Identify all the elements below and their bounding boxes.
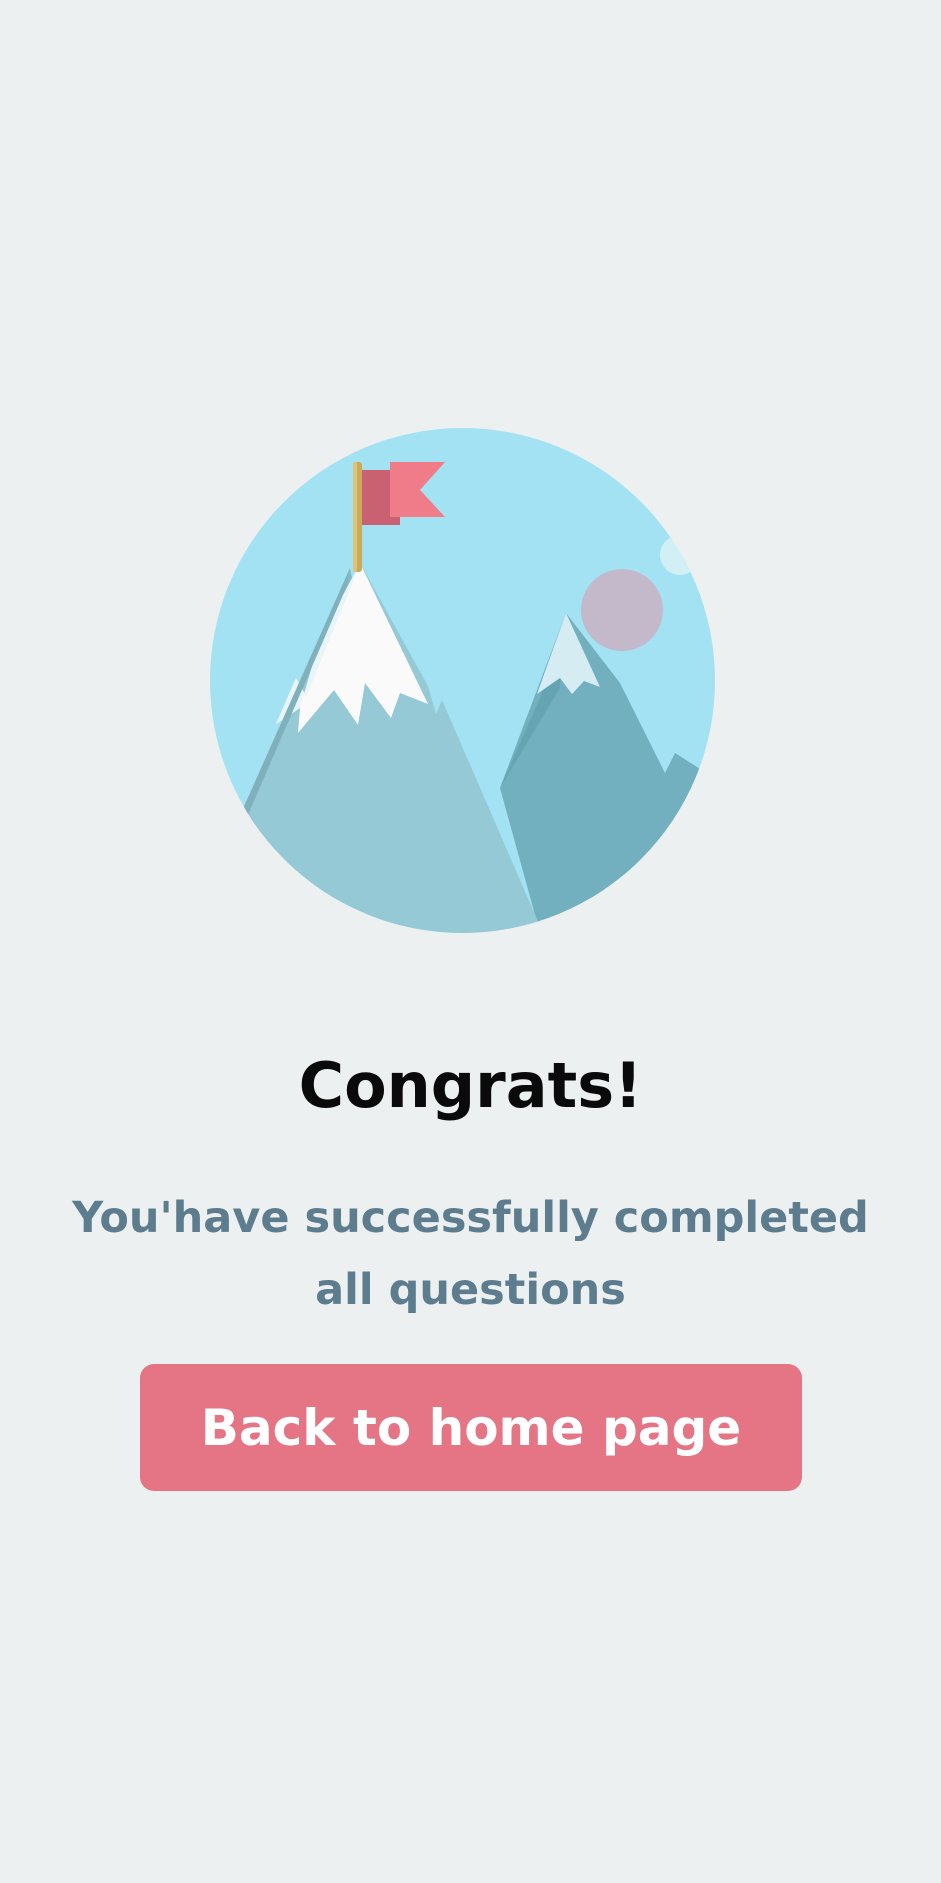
mountain-flag-illustration — [210, 428, 715, 933]
congrats-screen: Congrats! You'have successfully complete… — [0, 0, 941, 1883]
completion-message: You'have successfully completed all ques… — [72, 1193, 869, 1315]
back-to-home-button[interactable]: Back to home page — [140, 1364, 802, 1491]
congrats-title: Congrats! — [298, 1049, 643, 1122]
